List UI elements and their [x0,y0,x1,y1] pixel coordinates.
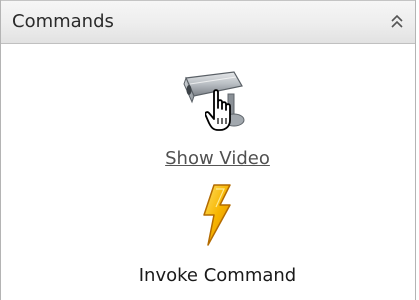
panel-title: Commands [12,11,114,32]
show-video-link[interactable]: Show Video [1,148,419,170]
commands-panel: Commands Show Video Invoke Command [0,0,416,300]
invoke-command-label[interactable]: Invoke Command [1,265,419,287]
hand-pointer-icon [204,88,239,134]
panel-header[interactable]: Commands [1,0,415,44]
double-chevron-up-icon[interactable] [387,12,407,32]
lightning-bolt-icon[interactable] [200,183,234,247]
